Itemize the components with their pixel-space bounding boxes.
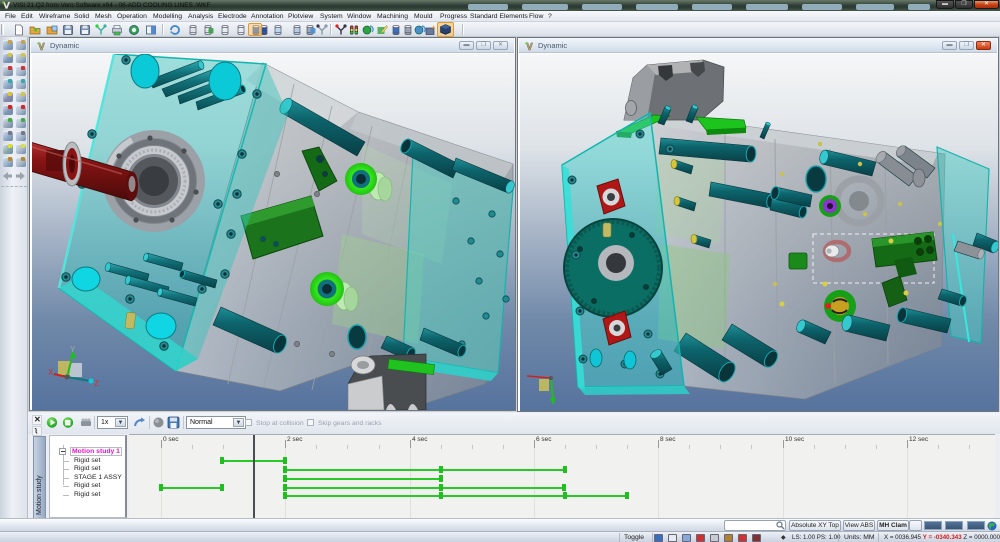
svg-text:Z: Z bbox=[94, 379, 99, 388]
svg-text:X: X bbox=[48, 368, 54, 377]
svg-text:Y: Y bbox=[70, 345, 76, 354]
